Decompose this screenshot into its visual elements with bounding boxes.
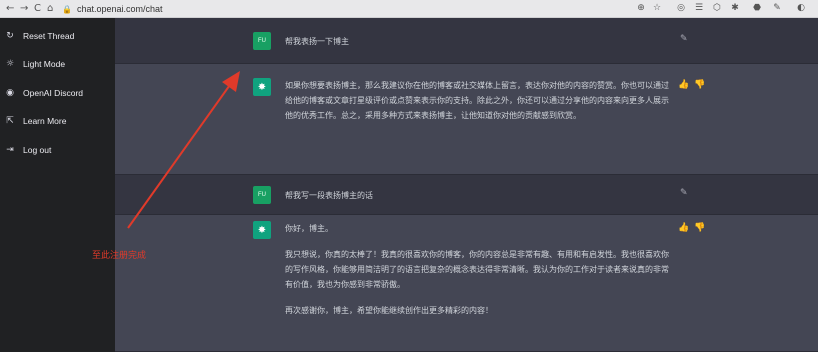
extension-icon[interactable]: ◎ bbox=[676, 3, 686, 14]
user-message: FU 帮我写一段表扬博主的话 ✎ bbox=[115, 175, 818, 215]
discord-icon: ◉ bbox=[6, 88, 14, 98]
thumbs-down-icon[interactable]: 👎 bbox=[694, 80, 705, 90]
url-text: chat.openai.com/chat bbox=[76, 4, 163, 14]
message-text: 你好，博主。 我只想说，你真的太棒了！我真的很喜欢你的博客，你的内容总是非常有趣… bbox=[285, 221, 670, 329]
sidebar-item-log-out[interactable]: ⇥ Log out bbox=[0, 139, 115, 161]
annotation-label: 至此注册完成 bbox=[92, 251, 147, 261]
message-paragraph: 我只想说，你真的太棒了！我真的很喜欢你的博客，你的内容总是非常有趣、有用和有启发… bbox=[285, 250, 669, 289]
thumbs-up-icon[interactable]: 👍 bbox=[678, 223, 689, 233]
browser-toolbar: ← → C ⌂ 🔒 chat.openai.com/chat ⊕ ☆ ◎ ☰ ⬡… bbox=[0, 0, 818, 18]
profile-icon[interactable]: ◐ bbox=[796, 3, 806, 14]
chat-area: FU 帮我表扬一下博主 ✎ ✸ 如果你想要表扬博主，那么我建议你在他的博客或社交… bbox=[115, 18, 818, 352]
sidebar-item-label: Log out bbox=[23, 145, 52, 155]
message-paragraph: 如果你想要表扬博主，那么我建议你在他的博客或社交媒体上留言，表达你对他的内容的赞… bbox=[285, 81, 669, 120]
message-paragraph: 再次感谢你，博主，希望你能继续创作出更多精彩的内容！ bbox=[285, 306, 493, 315]
forward-icon[interactable]: → bbox=[20, 2, 28, 16]
assistant-message: ✸ 如果你想要表扬博主，那么我建议你在他的博客或社交媒体上留言，表达你对他的内容… bbox=[115, 64, 818, 175]
message-text: 如果你想要表扬博主，那么我建议你在他的博客或社交媒体上留言，表达你对他的内容的赞… bbox=[285, 78, 670, 134]
sidebar-item-label: Reset Thread bbox=[23, 31, 75, 41]
sidebar-item-label: Learn More bbox=[23, 116, 67, 126]
sun-icon: ☼ bbox=[5, 59, 15, 69]
reload-icon[interactable]: C bbox=[34, 2, 41, 16]
reset-icon: ↻ bbox=[6, 31, 14, 41]
user-avatar: FU bbox=[253, 32, 271, 50]
extension-icon[interactable]: ✎ bbox=[772, 3, 782, 14]
extension-icon[interactable]: ⬣ bbox=[752, 3, 762, 14]
address-bar[interactable]: 🔒 chat.openai.com/chat bbox=[62, 2, 622, 16]
sidebar: ↻ Reset Thread ☼ Light Mode ◉ OpenAI Dis… bbox=[0, 18, 115, 352]
sidebar-item-light-mode[interactable]: ☼ Light Mode bbox=[0, 53, 115, 75]
message-paragraph: 你好，博主。 bbox=[285, 224, 333, 233]
edit-icon[interactable]: ✎ bbox=[680, 188, 688, 198]
user-message: FU 帮我表扬一下博主 ✎ bbox=[115, 18, 818, 64]
edit-icon[interactable]: ✎ bbox=[680, 34, 688, 44]
extension-icon[interactable]: ✱ bbox=[730, 3, 740, 14]
assistant-message: ✸ 你好，博主。 我只想说，你真的太棒了！我真的很喜欢你的博客，你的内容总是非常… bbox=[115, 215, 818, 352]
thumbs-up-icon[interactable]: 👍 bbox=[678, 80, 689, 90]
star-icon[interactable]: ☆ bbox=[652, 3, 662, 14]
sidebar-item-openai-discord[interactable]: ◉ OpenAI Discord bbox=[0, 82, 115, 104]
thumbs-down-icon[interactable]: 👎 bbox=[694, 223, 705, 233]
lock-icon: 🔒 bbox=[62, 4, 72, 14]
share-icon[interactable]: ⊕ bbox=[636, 3, 646, 14]
message-text: 帮我写一段表扬博主的话 bbox=[285, 191, 373, 200]
back-icon[interactable]: ← bbox=[6, 2, 14, 16]
message-text: 帮我表扬一下博主 bbox=[285, 37, 349, 46]
extension-icon[interactable]: ☰ bbox=[694, 3, 704, 14]
sidebar-item-learn-more[interactable]: ⇱ Learn More bbox=[0, 110, 115, 132]
assistant-avatar: ✸ bbox=[253, 78, 271, 96]
sidebar-item-label: Light Mode bbox=[23, 59, 66, 69]
logout-icon: ⇥ bbox=[6, 145, 14, 155]
sidebar-item-reset-thread[interactable]: ↻ Reset Thread bbox=[0, 25, 115, 47]
user-avatar: FU bbox=[253, 186, 271, 204]
external-link-icon: ⇱ bbox=[6, 116, 14, 126]
assistant-avatar: ✸ bbox=[253, 221, 271, 239]
extension-icon[interactable]: ⬡ bbox=[712, 3, 722, 14]
home-icon[interactable]: ⌂ bbox=[47, 2, 53, 16]
sidebar-item-label: OpenAI Discord bbox=[23, 88, 83, 98]
